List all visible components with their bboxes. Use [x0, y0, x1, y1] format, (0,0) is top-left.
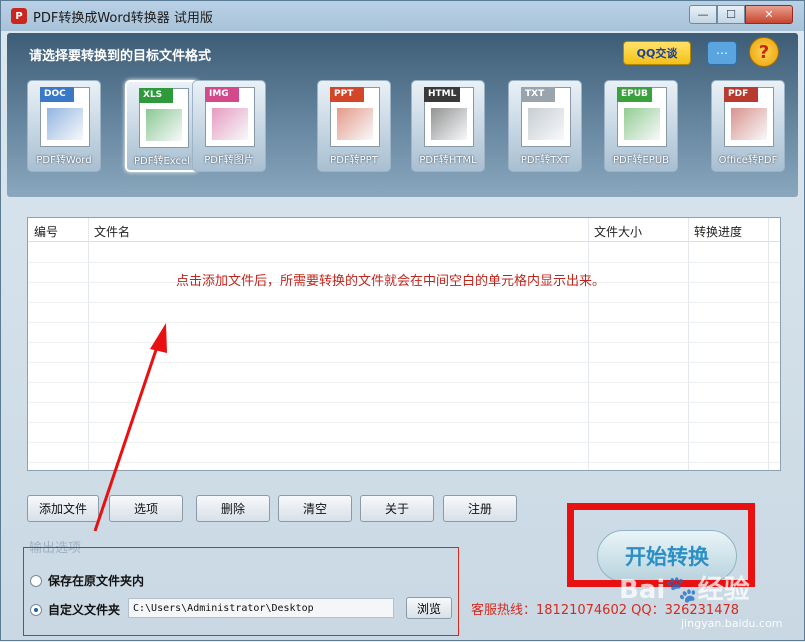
- xls-document-icon: XLS: [139, 88, 189, 148]
- format-tag: TXT: [521, 87, 555, 102]
- format-tag: PPT: [330, 87, 364, 102]
- format-tile-doc[interactable]: DOC PDF转Word: [27, 80, 101, 172]
- format-tile-epub[interactable]: EPUB PDF转EPUB: [604, 80, 678, 172]
- row-divider: [28, 382, 780, 383]
- format-tile-pdf[interactable]: PDF Office转PDF: [711, 80, 785, 172]
- title-bar: P PDF转换成Word转换器 试用版 — ☐ ✕: [1, 1, 804, 31]
- row-divider: [28, 422, 780, 423]
- column-header-number[interactable]: 编号: [34, 223, 58, 240]
- help-icon[interactable]: ?: [749, 37, 779, 67]
- format-tile-html[interactable]: HTML PDF转HTML: [411, 80, 485, 172]
- row-divider: [28, 302, 780, 303]
- column-divider: [768, 218, 769, 470]
- row-divider: [28, 442, 780, 443]
- row-divider: [28, 362, 780, 363]
- column-header-progress[interactable]: 转换进度: [694, 223, 742, 240]
- add-file-button[interactable]: 添加文件: [27, 495, 99, 522]
- row-divider: [28, 342, 780, 343]
- clear-button[interactable]: 清空: [278, 495, 352, 522]
- app-icon: P: [11, 8, 27, 24]
- column-header-filename[interactable]: 文件名: [94, 223, 130, 240]
- format-tile-txt[interactable]: TXT PDF转TXT: [508, 80, 582, 172]
- output-options-box: 保存在原文件夹内 自定义文件夹 浏览: [23, 547, 459, 636]
- img-document-icon: IMG: [205, 87, 255, 147]
- app-window: P PDF转换成Word转换器 试用版 — ☐ ✕ 请选择要转换到的目标文件格式…: [0, 0, 805, 641]
- maximize-button[interactable]: ☐: [717, 5, 745, 24]
- format-tile-label: Office转PDF: [718, 155, 778, 166]
- format-tag: EPUB: [617, 87, 652, 102]
- doc-document-icon: DOC: [40, 87, 90, 147]
- watermark: Bai🐾经验: [619, 575, 750, 605]
- document-preview-graphic: [528, 108, 564, 140]
- format-panel: 请选择要转换到的目标文件格式 QQ交谈 ⋯ ? DOC PDF转Word XLS PD…: [7, 33, 798, 197]
- format-tile-label: PDF转Word: [36, 155, 92, 166]
- format-tile-xls[interactable]: XLS PDF转Excel: [125, 80, 199, 172]
- format-tile-img[interactable]: IMG PDF转图片: [192, 80, 266, 172]
- format-tag: HTML: [424, 87, 461, 102]
- about-button[interactable]: 关于: [360, 495, 434, 522]
- file-list[interactable]: 编号 文件名 文件大小 转换进度 点击添加文件后，所需要转换的文件就会在中间空白…: [27, 217, 781, 471]
- document-preview-graphic: [431, 108, 467, 140]
- radio-original-folder[interactable]: 保存在原文件夹内: [30, 572, 144, 589]
- row-divider: [28, 402, 780, 403]
- options-button[interactable]: 选项: [109, 495, 183, 522]
- minimize-button[interactable]: —: [689, 5, 717, 24]
- format-tile-label: PDF转PPT: [330, 155, 378, 166]
- close-button[interactable]: ✕: [745, 5, 793, 24]
- delete-button[interactable]: 删除: [196, 495, 270, 522]
- pdf-document-icon: PDF: [724, 87, 774, 147]
- row-divider: [28, 262, 780, 263]
- output-path-input[interactable]: [128, 598, 394, 618]
- column-divider: [688, 218, 689, 470]
- browse-button[interactable]: 浏览: [406, 597, 452, 619]
- row-divider: [28, 322, 780, 323]
- radio-original-label: 保存在原文件夹内: [48, 574, 145, 588]
- column-divider: [88, 218, 89, 470]
- document-preview-graphic: [212, 108, 248, 140]
- annotation-hint: 点击添加文件后，所需要转换的文件就会在中间空白的单元格内显示出来。: [176, 274, 606, 289]
- format-tag: DOC: [40, 87, 74, 102]
- document-preview-graphic: [146, 109, 182, 141]
- format-panel-label: 请选择要转换到的目标文件格式: [29, 49, 212, 64]
- file-list-header: 编号 文件名 文件大小 转换进度: [28, 218, 780, 242]
- format-tile-label: PDF转图片: [204, 155, 254, 166]
- radio-custom[interactable]: [30, 603, 42, 616]
- column-header-filesize[interactable]: 文件大小: [594, 223, 642, 240]
- document-preview-graphic: [731, 108, 767, 140]
- register-button[interactable]: 注册: [443, 495, 517, 522]
- row-divider: [28, 462, 780, 463]
- radio-custom-folder[interactable]: 自定义文件夹: [30, 601, 120, 618]
- document-preview-graphic: [337, 108, 373, 140]
- ppt-document-icon: PPT: [330, 87, 380, 147]
- format-tile-label: PDF转TXT: [520, 155, 570, 166]
- radio-custom-label: 自定义文件夹: [48, 603, 121, 617]
- format-tile-label: PDF转HTML: [419, 155, 477, 166]
- qq-chat-button[interactable]: QQ交谈: [623, 41, 691, 65]
- document-preview-graphic: [47, 108, 83, 140]
- txt-document-icon: TXT: [521, 87, 571, 147]
- radio-original[interactable]: [30, 574, 42, 587]
- window-title: PDF转换成Word转换器 试用版: [33, 10, 213, 26]
- epub-document-icon: EPUB: [617, 87, 667, 147]
- html-document-icon: HTML: [424, 87, 474, 147]
- format-tile-label: PDF转EPUB: [612, 155, 669, 166]
- watermark-url: jingyan.baidu.com: [681, 617, 783, 630]
- format-tag: XLS: [139, 88, 173, 103]
- format-tile-label: PDF转Excel: [134, 156, 190, 167]
- column-divider: [588, 218, 589, 470]
- format-tag: PDF: [724, 87, 758, 102]
- format-tile-ppt[interactable]: PPT PDF转PPT: [317, 80, 391, 172]
- document-preview-graphic: [624, 108, 660, 140]
- format-tag: IMG: [205, 87, 239, 102]
- message-icon[interactable]: ⋯: [707, 41, 737, 65]
